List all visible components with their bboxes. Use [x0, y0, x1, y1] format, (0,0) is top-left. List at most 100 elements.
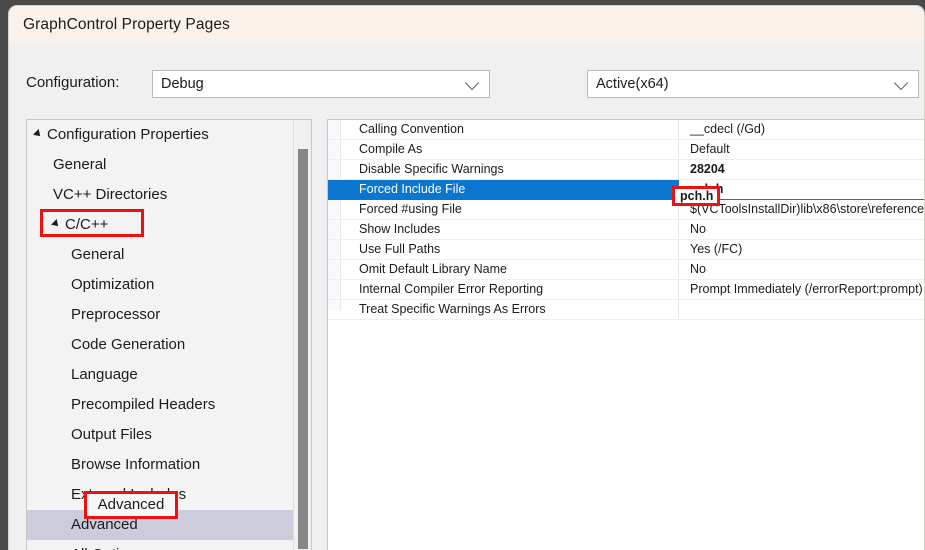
property-value: 28204: [690, 160, 725, 179]
tree-item-content: Language: [27, 366, 138, 383]
property-value: No: [690, 260, 706, 279]
property-name: Show Includes: [359, 220, 440, 239]
property-row[interactable]: Calling Convention __cdecl (/Gd): [328, 120, 925, 140]
expander-triangle-icon[interactable]: [33, 129, 43, 139]
tree-item-preprocessor[interactable]: Preprocessor: [27, 300, 311, 330]
property-row[interactable]: Internal Compiler Error Reporting Prompt …: [328, 280, 925, 300]
tree-item-configuration-properties[interactable]: Configuration Properties: [27, 120, 311, 150]
tree-item-content: Optimization: [27, 276, 154, 293]
tree-item-content: External Includes: [27, 486, 186, 503]
tree-scrollbar-thumb[interactable]: [298, 149, 308, 549]
property-name: Compile As: [359, 140, 422, 159]
tree-item-precompiled-headers[interactable]: Precompiled Headers: [27, 390, 311, 420]
tree-item-label: C/C++: [65, 216, 108, 233]
property-row[interactable]: Treat Specific Warnings As Errors: [328, 300, 925, 320]
property-value-cell[interactable]: $(VCToolsInstallDir)lib\x86\store\refere…: [679, 200, 925, 219]
tree-item-content: Preprocessor: [27, 306, 160, 323]
property-value: Prompt Immediately (/errorReport:prompt): [690, 280, 923, 299]
property-value-cell[interactable]: __cdecl (/Gd): [679, 120, 925, 139]
property-value-cell[interactable]: [679, 300, 925, 319]
tree-item-external-includes[interactable]: External Includes: [27, 480, 311, 510]
property-name: Forced Include File: [359, 180, 465, 199]
property-value: Yes (/FC): [690, 240, 742, 259]
tree-item-label: VC++ Directories: [53, 186, 167, 203]
configuration-dropdown[interactable]: Debug: [152, 70, 490, 98]
property-value-cell[interactable]: Default: [679, 140, 925, 159]
tree-item-label: Optimization: [71, 276, 154, 293]
property-row[interactable]: Disable Specific Warnings 28204: [328, 160, 925, 180]
property-value-cell[interactable]: No: [679, 220, 925, 239]
dialog-titlebar: GraphControl Property Pages: [9, 6, 924, 44]
platform-dropdown[interactable]: Active(x64): [587, 70, 919, 98]
tree-item-output-files[interactable]: Output Files: [27, 420, 311, 450]
tree-item-label: Browse Information: [71, 456, 200, 473]
property-name: Omit Default Library Name: [359, 260, 507, 279]
tree-item-label: External Includes: [71, 486, 186, 503]
property-row[interactable]: Use Full Paths Yes (/FC): [328, 240, 925, 260]
property-value: Default: [690, 140, 730, 159]
tree-item-label: Preprocessor: [71, 306, 160, 323]
tree-item-code-generation[interactable]: Code Generation: [27, 330, 311, 360]
property-name: Use Full Paths: [359, 240, 440, 259]
property-value-cell[interactable]: Prompt Immediately (/errorReport:prompt): [679, 280, 925, 299]
tree-item-advanced[interactable]: Advanced: [27, 510, 311, 540]
property-value: __cdecl (/Gd): [690, 120, 765, 139]
property-name: Internal Compiler Error Reporting: [359, 280, 543, 299]
property-row-list: Calling Convention__cdecl (/Gd)Compile A…: [328, 120, 925, 320]
property-value-cell[interactable]: 28204: [679, 160, 925, 179]
tree-item-general[interactable]: General: [27, 150, 311, 180]
tree-item-language[interactable]: Language: [27, 360, 311, 390]
tree-item-content: General: [27, 246, 124, 263]
expander-triangle-icon[interactable]: [51, 219, 61, 229]
tree-item-content: Configuration Properties: [27, 126, 209, 143]
dialog-title: GraphControl Property Pages: [23, 16, 230, 34]
property-row[interactable]: Compile As Default: [328, 140, 925, 160]
tree-item-label: Precompiled Headers: [71, 396, 215, 413]
property-row[interactable]: Omit Default Library Name No: [328, 260, 925, 280]
tree-item-label: General: [53, 156, 106, 173]
tree-item-label: Advanced: [71, 516, 138, 533]
property-value: $(VCToolsInstallDir)lib\x86\store\refere…: [690, 200, 925, 219]
tree-item-browse-information[interactable]: Browse Information: [27, 450, 311, 480]
tree-item-c-c[interactable]: C/C++: [27, 210, 311, 240]
configuration-value: Debug: [161, 76, 204, 92]
configuration-toolbar: Configuration: Debug Platform: Active(x6…: [9, 44, 924, 106]
tree-item-general[interactable]: General: [27, 240, 311, 270]
property-name: Calling Convention: [359, 120, 464, 139]
tree-item-content: Advanced: [27, 516, 138, 533]
tree-item-label: Language: [71, 366, 138, 383]
tree-item-content: VC++ Directories: [27, 186, 167, 203]
chevron-down-icon: [465, 76, 479, 90]
tree-item-label: General: [71, 246, 124, 263]
configuration-tree[interactable]: Configuration Properties General VC++ Dire…: [26, 119, 312, 550]
property-pages-dialog: GraphControl Property Pages Configuratio…: [8, 5, 925, 550]
tree-item-label: All Options: [71, 546, 144, 550]
tree-scrollbar[interactable]: [293, 120, 311, 550]
property-row[interactable]: Forced Include File pch.h: [328, 180, 925, 200]
tree-item-content: Output Files: [27, 426, 152, 443]
tree-item-label: Code Generation: [71, 336, 185, 353]
property-value-cell[interactable]: No: [679, 260, 925, 279]
property-name: Treat Specific Warnings As Errors: [359, 300, 546, 319]
configuration-label: Configuration:: [26, 74, 119, 91]
tree-item-content: Code Generation: [27, 336, 185, 353]
tree-item-label: Configuration Properties: [47, 126, 209, 143]
chevron-down-icon: [894, 76, 908, 90]
property-name: Disable Specific Warnings: [359, 160, 504, 179]
tree-item-content: Precompiled Headers: [27, 396, 215, 413]
tree-item-all-options[interactable]: All Options: [27, 540, 311, 550]
platform-value: Active(x64): [596, 76, 669, 92]
tree-item-vc-directories[interactable]: VC++ Directories: [27, 180, 311, 210]
property-row[interactable]: Show Includes No: [328, 220, 925, 240]
property-value-cell[interactable]: Yes (/FC): [679, 240, 925, 259]
property-row[interactable]: Forced #using File $(VCToolsInstallDir)li…: [328, 200, 925, 220]
tree-item-content: General: [27, 156, 106, 173]
property-name: Forced #using File: [359, 200, 462, 219]
tree-item-content: Browse Information: [27, 456, 200, 473]
tree-item-label: Output Files: [71, 426, 152, 443]
tree-item-optimization[interactable]: Optimization: [27, 270, 311, 300]
property-value: No: [690, 220, 706, 239]
tree-row-list: Configuration Properties General VC++ Dire…: [27, 120, 311, 550]
property-grid[interactable]: Calling Convention__cdecl (/Gd)Compile A…: [327, 119, 925, 550]
property-value-cell[interactable]: pch.h: [679, 180, 925, 199]
